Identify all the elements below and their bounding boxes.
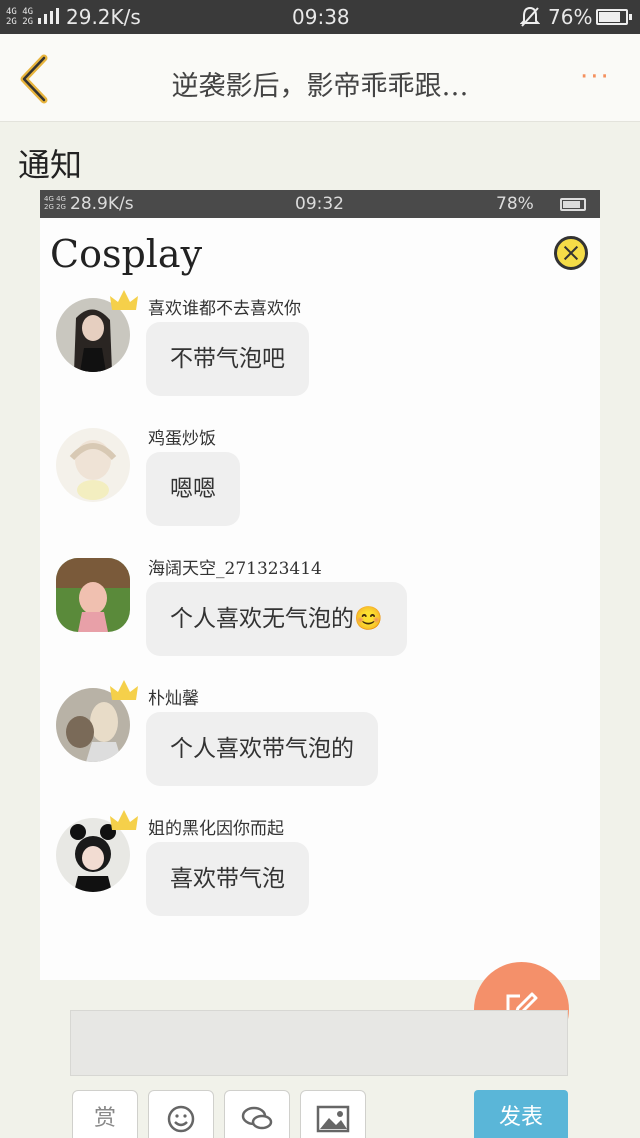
crown-icon — [110, 810, 138, 830]
screenshot-title: Cosplay — [50, 232, 203, 276]
chat-message: 喜欢谁都不去喜欢你 不带气泡吧 — [40, 290, 600, 428]
network-speed: 29.2K/s — [66, 5, 141, 29]
reward-button[interactable]: 赏 — [72, 1090, 138, 1138]
image-icon — [316, 1105, 350, 1133]
image-button[interactable] — [300, 1090, 366, 1138]
avatar — [56, 558, 130, 632]
battery-percent: 76% — [548, 5, 593, 29]
status-bar: 4G 4G 2G 2G 29.2K/s 09:38 76% — [0, 0, 640, 34]
mute-icon — [520, 6, 540, 27]
post-button[interactable]: 发表 — [474, 1090, 568, 1138]
chat-message: 姐的黑化因你而起 喜欢带气泡 — [40, 810, 600, 948]
avatar — [56, 428, 130, 502]
section-heading: 通知 — [18, 146, 83, 184]
chat-message: 朴灿馨 个人喜欢带气泡的 — [40, 680, 600, 818]
mention-button[interactable] — [224, 1090, 290, 1138]
crown-icon — [110, 290, 138, 310]
message-bubble: 不带气泡吧 — [146, 322, 309, 396]
message-bubble: 喜欢带气泡 — [146, 842, 309, 916]
emoji-button[interactable] — [148, 1090, 214, 1138]
screenshot-battery-icon — [560, 198, 586, 211]
username: 鸡蛋炒饭 — [148, 429, 216, 449]
username: 海阔天空_271323414 — [148, 559, 322, 579]
battery-icon — [596, 9, 632, 25]
screenshot-status-bar: 4G 4G 2G 2G 28.9K/s 09:32 78% — [40, 190, 600, 218]
chat-message: 鸡蛋炒饭 嗯嗯 — [40, 428, 600, 558]
chat-bubbles-icon — [241, 1106, 273, 1130]
chat-message: 海阔天空_271323414 个人喜欢无气泡的😊 — [40, 558, 600, 688]
network-indicator: 4G 4G 2G 2G — [6, 7, 34, 27]
nav-bar: 逆袭影后，影帝乖乖跟… ··· — [0, 34, 640, 122]
clock: 09:38 — [292, 5, 350, 29]
screenshot-clock: 09:32 — [295, 194, 344, 214]
chevron-left-icon — [20, 54, 48, 104]
screenshot-network-speed: 28.9K/s — [70, 194, 134, 214]
message-bubble: 嗯嗯 — [146, 452, 240, 526]
message-bubble: 个人喜欢无气泡的😊 — [146, 582, 407, 656]
attached-screenshot[interactable]: 4G 4G 2G 2G 28.9K/s 09:32 78% Cosplay 喜欢… — [40, 190, 600, 980]
smiley-icon — [167, 1105, 195, 1133]
username: 朴灿馨 — [148, 689, 199, 709]
screenshot-network-indicator: 4G 4G 2G 2G — [44, 195, 66, 211]
page-title: 逆袭影后，影帝乖乖跟… — [171, 71, 469, 102]
close-icon — [554, 236, 588, 270]
comment-input[interactable] — [70, 1010, 568, 1076]
message-bubble: 个人喜欢带气泡的 — [146, 712, 378, 786]
username: 姐的黑化因你而起 — [148, 819, 284, 839]
username: 喜欢谁都不去喜欢你 — [148, 299, 301, 319]
crown-icon — [110, 680, 138, 700]
screenshot-battery-percent: 78% — [496, 194, 534, 214]
signal-icon — [38, 8, 59, 24]
more-menu-button[interactable]: ··· — [580, 62, 624, 92]
back-button[interactable] — [14, 54, 58, 104]
